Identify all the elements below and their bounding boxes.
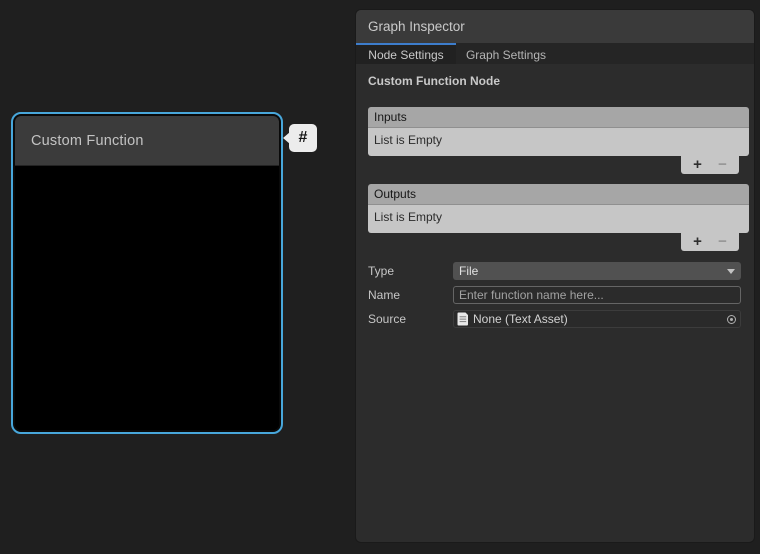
outputs-list-empty: List is Empty [368,205,749,233]
name-field-row: Name [368,286,741,304]
inputs-remove-button[interactable]: − [714,158,731,172]
type-dropdown-value: File [459,264,478,278]
outputs-remove-button[interactable]: − [714,235,731,249]
type-label: Type [368,262,453,280]
inputs-list-header: Inputs [368,107,749,128]
node-title-bar[interactable]: Custom Function [15,116,279,166]
panel-title: Graph Inspector [368,19,465,34]
inputs-list-footer-row: + − [368,156,749,175]
source-field-row: Source None (Text Asset) [368,310,741,328]
graph-inspector-panel: Graph Inspector Node Settings Graph Sett… [355,9,755,543]
inputs-list-empty: List is Empty [368,128,749,156]
outputs-add-button[interactable]: + [689,235,706,249]
object-picker-icon[interactable] [722,311,740,327]
panel-header[interactable]: Graph Inspector [356,10,754,43]
source-object-value: None (Text Asset) [473,312,568,326]
source-label: Source [368,310,453,328]
section-title: Custom Function Node [368,74,742,89]
node-body [15,166,279,430]
node-frame: Custom Function [15,116,279,430]
tab-graph-settings[interactable]: Graph Settings [456,43,556,64]
outputs-list-header: Outputs [368,184,749,205]
node-settings-badge[interactable]: # [289,124,317,152]
outputs-list-footer: + − [681,233,739,251]
inputs-add-button[interactable]: + [689,158,706,172]
type-field-row: Type File [368,262,741,280]
chevron-down-icon [727,269,735,274]
tab-bar: Node Settings Graph Settings [356,43,754,64]
property-fields: Type File Name Source [356,262,754,328]
hash-icon: # [299,129,308,147]
node-title: Custom Function [31,133,144,149]
inputs-list: Inputs List is Empty + − [368,107,749,175]
type-dropdown[interactable]: File [453,262,741,280]
outputs-list-footer-row: + − [368,233,749,252]
inputs-list-footer: + − [681,156,739,174]
outputs-list: Outputs List is Empty + − [368,184,749,252]
tab-node-settings[interactable]: Node Settings [356,43,456,64]
text-asset-icon [457,312,469,326]
source-object-field[interactable]: None (Text Asset) [453,310,741,328]
name-label: Name [368,286,453,304]
custom-function-node[interactable]: Custom Function [11,112,283,434]
function-name-input[interactable] [453,286,741,304]
